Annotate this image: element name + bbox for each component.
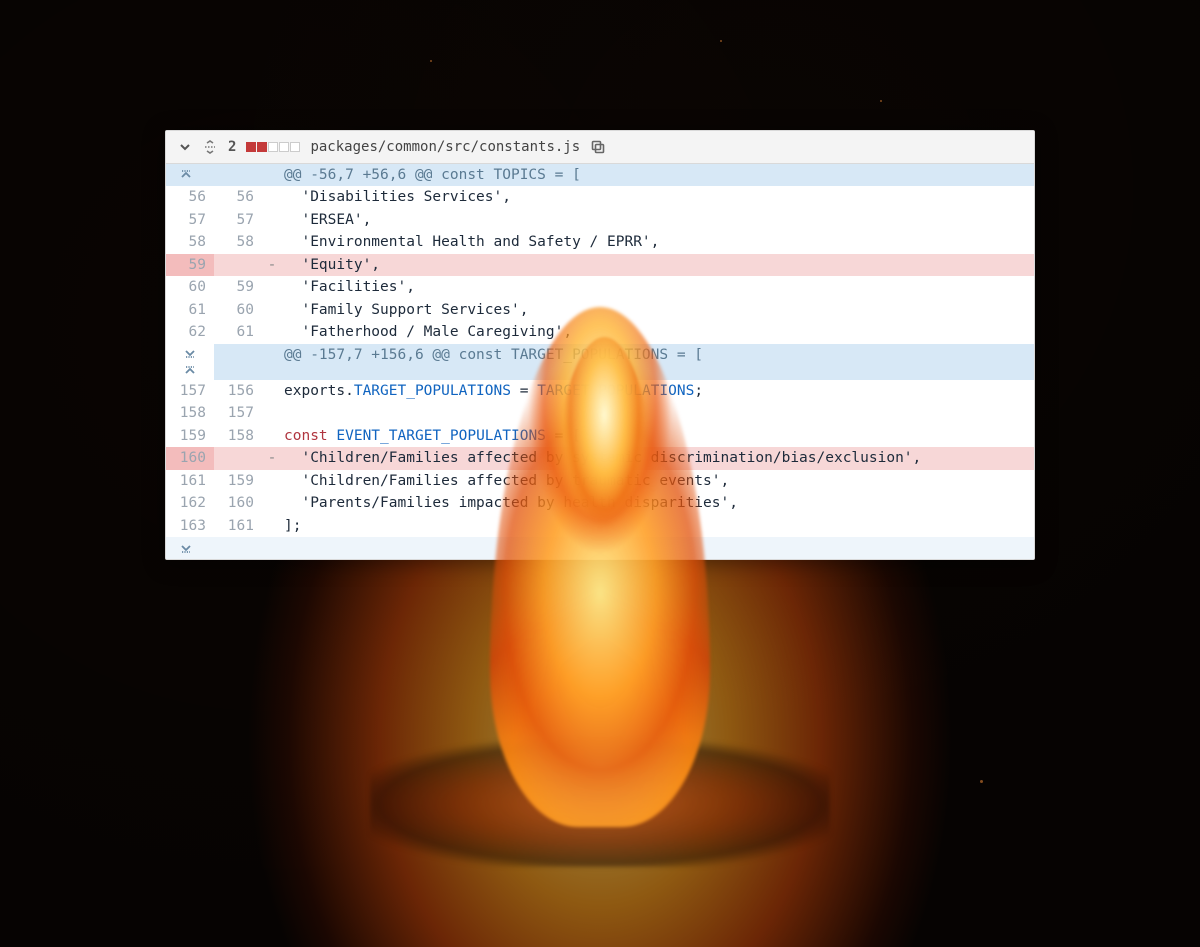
- line-number-old[interactable]: 160: [166, 447, 214, 469]
- diff-marker: [262, 402, 282, 424]
- line-number-new[interactable]: 156: [214, 380, 262, 402]
- code-content: 'Environmental Health and Safety / EPRR'…: [282, 231, 1034, 253]
- diff-line-context[interactable]: 6160 'Family Support Services',: [166, 299, 1034, 321]
- line-number-new[interactable]: 59: [214, 276, 262, 298]
- hunk-header-row[interactable]: @@ -157,7 +156,6 @@ const TARGET_POPULAT…: [166, 344, 1034, 380]
- line-number-new[interactable]: 159: [214, 470, 262, 492]
- expand-up-icon[interactable]: [166, 362, 214, 380]
- code-content: 'Fatherhood / Male Caregiving',: [282, 321, 1034, 343]
- line-number-new[interactable]: 56: [214, 186, 262, 208]
- line-number-new[interactable]: 161: [214, 515, 262, 537]
- diff-line-context[interactable]: 5858 'Environmental Health and Safety / …: [166, 231, 1034, 253]
- diff-marker: [262, 425, 282, 447]
- expand-bottom-row[interactable]: [166, 537, 1034, 559]
- diff-marker: [262, 321, 282, 343]
- diff-line-context[interactable]: 163161];: [166, 515, 1034, 537]
- code-content: 'Parents/Families impacted by health dis…: [282, 492, 1034, 514]
- code-content: 'Family Support Services',: [282, 299, 1034, 321]
- line-number-old[interactable]: 61: [166, 299, 214, 321]
- diff-marker: [262, 231, 282, 253]
- line-number-new[interactable]: 60: [214, 299, 262, 321]
- diff-marker: -: [262, 447, 282, 469]
- diff-line-context[interactable]: 157156 exports.TARGET_POPULATIONS = TARGE…: [166, 380, 1034, 402]
- diff-line-context[interactable]: 158157: [166, 402, 1034, 424]
- line-number-new[interactable]: 58: [214, 231, 262, 253]
- expand-down-icon[interactable]: [166, 344, 214, 362]
- diff-line-deletion[interactable]: 160 - 'Children/Families affected by syst…: [166, 447, 1034, 469]
- hunk-header-text: @@ -157,7 +156,6 @@ const TARGET_POPULAT…: [282, 344, 1034, 380]
- line-number-old[interactable]: 158: [166, 402, 214, 424]
- code-content: 'Facilities',: [282, 276, 1034, 298]
- line-number-new[interactable]: 57: [214, 209, 262, 231]
- diff-marker: [262, 470, 282, 492]
- diff-marker: [262, 299, 282, 321]
- code-content: 'Children/Families affected by traumatic…: [282, 470, 1034, 492]
- line-number-old[interactable]: 57: [166, 209, 214, 231]
- line-number-old[interactable]: 159: [166, 425, 214, 447]
- line-number-old[interactable]: 58: [166, 231, 214, 253]
- hunk-header-row[interactable]: @@ -56,7 +56,6 @@ const TOPICS = [: [166, 164, 1034, 186]
- line-number-old[interactable]: 59: [166, 254, 214, 276]
- diff-marker: [262, 380, 282, 402]
- line-number-new[interactable]: 61: [214, 321, 262, 343]
- diff-line-context[interactable]: 5656 'Disabilities Services',: [166, 186, 1034, 208]
- code-content: 'Equity',: [282, 254, 1034, 276]
- hunk-header-text: @@ -56,7 +56,6 @@ const TOPICS = [: [282, 164, 1034, 186]
- change-count: 2: [228, 139, 236, 155]
- diff-line-deletion[interactable]: 59 - 'Equity',: [166, 254, 1034, 276]
- code-content: [282, 402, 1034, 424]
- diff-file-panel: 2 packages/common/src/constants.js @@ -5…: [165, 130, 1035, 560]
- code-content: exports.TARGET_POPULATIONS = TARGET_POPU…: [282, 380, 1034, 402]
- line-number-old[interactable]: 162: [166, 492, 214, 514]
- line-number-new[interactable]: 158: [214, 425, 262, 447]
- code-content: 'ERSEA',: [282, 209, 1034, 231]
- file-path[interactable]: packages/common/src/constants.js: [310, 139, 580, 155]
- diff-marker: [262, 186, 282, 208]
- diff-line-context[interactable]: 6059 'Facilities',: [166, 276, 1034, 298]
- line-number-new[interactable]: [214, 447, 262, 469]
- diff-marker: [262, 515, 282, 537]
- diff-file-header: 2 packages/common/src/constants.js: [166, 131, 1034, 164]
- diff-line-context[interactable]: 161159 'Children/Families affected by tr…: [166, 470, 1034, 492]
- diff-stat-squares: [246, 142, 300, 152]
- diff-marker: [262, 492, 282, 514]
- diff-line-context[interactable]: 159158 const EVENT_TARGET_POPULATIONS = [: [166, 425, 1034, 447]
- line-number-new[interactable]: 157: [214, 402, 262, 424]
- diff-marker: [262, 209, 282, 231]
- line-number-old[interactable]: 157: [166, 380, 214, 402]
- line-number-old[interactable]: 56: [166, 186, 214, 208]
- diff-line-context[interactable]: 6261 'Fatherhood / Male Caregiving',: [166, 321, 1034, 343]
- line-number-new[interactable]: [214, 254, 262, 276]
- line-number-old[interactable]: 163: [166, 515, 214, 537]
- diff-marker: -: [262, 254, 282, 276]
- expand-up-icon[interactable]: [166, 164, 206, 186]
- diff-body: @@ -56,7 +56,6 @@ const TOPICS = [ 5656 …: [166, 164, 1034, 559]
- expand-all-icon[interactable]: [202, 139, 218, 155]
- line-number-old[interactable]: 161: [166, 470, 214, 492]
- line-number-new[interactable]: 160: [214, 492, 262, 514]
- diff-marker: [262, 276, 282, 298]
- code-content: 'Children/Families affected by systemic …: [282, 447, 1034, 469]
- code-content: 'Disabilities Services',: [282, 186, 1034, 208]
- diff-line-context[interactable]: 162160 'Parents/Families impacted by hea…: [166, 492, 1034, 514]
- copy-path-icon[interactable]: [590, 139, 606, 155]
- diff-line-context[interactable]: 5757 'ERSEA',: [166, 209, 1034, 231]
- line-number-old[interactable]: 60: [166, 276, 214, 298]
- code-content: ];: [282, 515, 1034, 537]
- expand-down-icon[interactable]: [166, 537, 206, 559]
- chevron-down-icon[interactable]: [178, 140, 192, 154]
- code-content: const EVENT_TARGET_POPULATIONS = [: [282, 425, 1034, 447]
- line-number-old[interactable]: 62: [166, 321, 214, 343]
